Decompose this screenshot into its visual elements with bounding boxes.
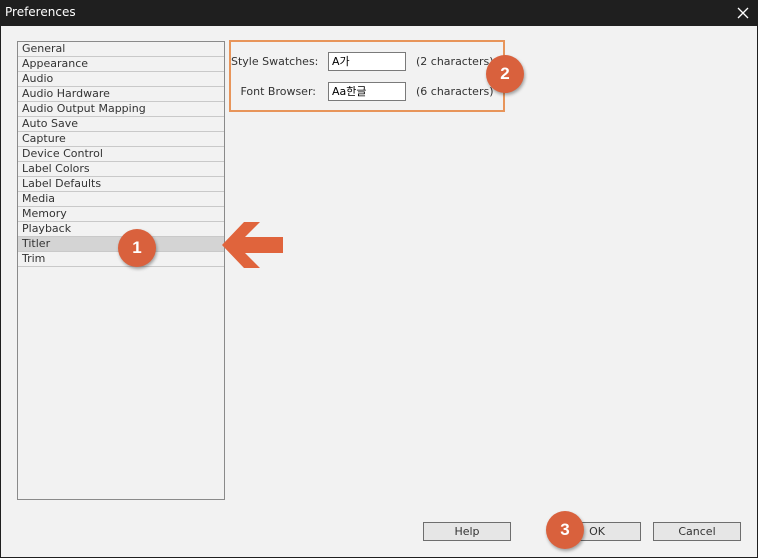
category-item-audio[interactable]: Audio xyxy=(18,72,224,87)
category-item-auto-save[interactable]: Auto Save xyxy=(18,117,224,132)
close-icon xyxy=(737,7,749,19)
category-item-audio-hardware[interactable]: Audio Hardware xyxy=(18,87,224,102)
category-item-playback[interactable]: Playback xyxy=(18,222,224,237)
category-item-device-control[interactable]: Device Control xyxy=(18,147,224,162)
step-1-badge: 1 xyxy=(118,229,156,267)
category-item-label-colors[interactable]: Label Colors xyxy=(18,162,224,177)
dialog-body: General Appearance Audio Audio Hardware … xyxy=(1,26,757,557)
category-item-capture[interactable]: Capture xyxy=(18,132,224,147)
left-arrow-icon xyxy=(222,222,283,268)
titler-settings-group: Style Swatches: A가 (2 characters) Font B… xyxy=(229,40,505,112)
style-swatches-label: Style Swatches: xyxy=(231,55,319,68)
category-item-appearance[interactable]: Appearance xyxy=(18,57,224,72)
category-item-label-defaults[interactable]: Label Defaults xyxy=(18,177,224,192)
font-browser-label: Font Browser: xyxy=(240,85,316,98)
category-item-general[interactable]: General xyxy=(18,42,224,57)
step-3-badge: 3 xyxy=(546,511,584,549)
close-button[interactable] xyxy=(728,0,758,26)
title-bar: Preferences xyxy=(0,0,758,26)
category-item-media[interactable]: Media xyxy=(18,192,224,207)
window-title: Preferences xyxy=(5,5,76,19)
font-browser-note: (6 characters) xyxy=(416,85,494,98)
category-item-memory[interactable]: Memory xyxy=(18,207,224,222)
category-list[interactable]: General Appearance Audio Audio Hardware … xyxy=(17,41,225,500)
step-2-badge: 2 xyxy=(486,55,524,93)
category-item-audio-output-mapping[interactable]: Audio Output Mapping xyxy=(18,102,224,117)
help-button[interactable]: Help xyxy=(423,522,511,541)
style-swatches-field[interactable]: A가 xyxy=(328,52,406,71)
cancel-button[interactable]: Cancel xyxy=(653,522,741,541)
style-swatches-note: (2 characters) xyxy=(416,55,494,68)
font-browser-field[interactable]: Aa한글 xyxy=(328,82,406,101)
